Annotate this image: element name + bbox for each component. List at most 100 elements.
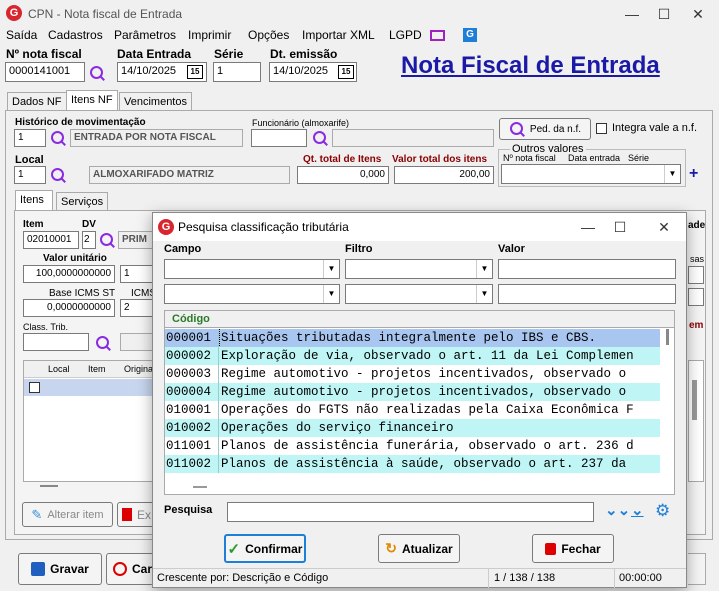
table-row[interactable]: 000002 Exploração de via, observado o art… <box>165 347 660 365</box>
local-label: Local <box>15 154 44 166</box>
partial-field-right[interactable] <box>688 266 704 284</box>
qt-total-label: Qt. total de Itens <box>303 154 382 165</box>
filtro-select-1[interactable]: ▼ <box>345 259 493 279</box>
tab-itens-nf[interactable]: Itens NF <box>66 90 118 111</box>
monitor-icon[interactable] <box>430 30 445 41</box>
calendar-icon[interactable]: 15 <box>338 65 354 79</box>
filtro-select-2[interactable]: ▼ <box>345 284 493 304</box>
status-divider <box>488 569 489 588</box>
partial-footer-button[interactable] <box>688 553 706 585</box>
menu-imprimir[interactable]: Imprimir <box>188 28 231 42</box>
fechar-button[interactable]: Fechar <box>532 534 614 563</box>
fechar-label: Fechar <box>561 541 601 556</box>
partial-field-1[interactable]: 1 <box>120 265 154 283</box>
pencil-icon: ✎ <box>31 506 43 522</box>
atualizar-button[interactable]: ↻ Atualizar <box>378 534 460 563</box>
grid-scrollbar[interactable] <box>688 360 704 482</box>
double-chevron-down-end-icon[interactable]: ⌄ <box>631 501 644 519</box>
menu-opcoes[interactable]: Opções <box>248 28 289 42</box>
gear-icon[interactable]: ⚙ <box>655 501 670 521</box>
maximize-icon[interactable]: ☐ <box>608 217 632 237</box>
minimize-icon[interactable]: — <box>620 4 644 24</box>
pesquisa-input[interactable] <box>227 502 594 522</box>
cancel-icon <box>113 562 127 576</box>
dialog-status-bar: Crescente por: Descrição e Código 1 / 13… <box>153 568 686 588</box>
funcionario-code-input[interactable] <box>251 129 307 147</box>
status-time: 00:00:00 <box>619 572 662 584</box>
menu-bar: Saída Cadastros Parâmetros Imprimir Opçõ… <box>0 28 719 46</box>
confirmar-button[interactable]: ✓ Confirmar <box>224 534 306 563</box>
search-icon[interactable] <box>312 130 328 146</box>
table-row[interactable] <box>24 379 154 396</box>
search-icon[interactable] <box>50 167 66 183</box>
tab-servicos[interactable]: Serviços <box>56 192 109 211</box>
scrollbar-thumb[interactable] <box>692 380 697 420</box>
search-icon[interactable] <box>95 335 111 351</box>
atualizar-label: Atualizar <box>402 541 453 556</box>
close-icon[interactable]: ✕ <box>686 4 710 24</box>
row-checkbox[interactable] <box>29 382 40 393</box>
search-icon[interactable] <box>50 130 66 146</box>
table-row[interactable]: 011001 Planos de assistência funerária, o… <box>165 437 660 455</box>
tab-dados-nf[interactable]: Dados NF <box>7 92 67 111</box>
campo-select-1[interactable]: ▼ <box>164 259 340 279</box>
close-icon[interactable]: ✕ <box>652 217 676 237</box>
integra-checkbox[interactable] <box>596 123 607 134</box>
funcionario-label: Funcionário (almoxarife) <box>252 118 350 128</box>
title-bar: G CPN - Nota fiscal de Entrada — ☐ ✕ <box>0 0 719 28</box>
nota-fiscal-input[interactable]: 0000141001 <box>5 62 85 82</box>
tab-vencimentos[interactable]: Vencimentos <box>119 92 192 111</box>
menu-saida[interactable]: Saída <box>6 28 37 42</box>
local-code-input[interactable]: 1 <box>14 166 46 184</box>
partial-label-right-2: sas <box>690 254 705 264</box>
qt-total-value: 0,000 <box>297 166 389 184</box>
row-description: Exploração de via, observado o art. 11 d… <box>221 349 634 363</box>
menu-parametros[interactable]: Parâmetros <box>114 28 176 42</box>
scrollbar-thumb[interactable] <box>666 329 669 345</box>
minimize-icon[interactable]: — <box>576 217 600 237</box>
menu-importar-xml[interactable]: Importar XML <box>302 28 375 42</box>
valor-unitario-label: Valor unitário <box>43 253 107 264</box>
search-icon[interactable] <box>89 65 105 81</box>
table-row[interactable]: 000001 Situações tributadas integralmente… <box>165 329 660 347</box>
double-chevron-down-icon[interactable]: ⌄⌄ <box>605 501 630 519</box>
campo-select-2[interactable]: ▼ <box>164 284 340 304</box>
menu-cadastros[interactable]: Cadastros <box>48 28 103 42</box>
tab-itens[interactable]: Itens <box>15 190 53 211</box>
item-code-input[interactable]: 02010001 <box>23 231 79 249</box>
classificacao-grid[interactable]: Código 000001 Situações tributadas integr… <box>164 310 675 495</box>
maximize-icon[interactable]: ☐ <box>652 4 676 24</box>
valor-unitario-input[interactable]: 100,0000000000 <box>23 265 115 283</box>
dv-input[interactable]: 2 <box>82 231 96 249</box>
alterar-item-button[interactable]: ✎ Alterar item <box>22 502 113 527</box>
excluir-item-button[interactable]: Ex <box>117 502 155 527</box>
row-code: 000001 <box>165 329 220 347</box>
table-row[interactable]: 010002 Operações do serviço financeiro <box>165 419 660 437</box>
alterar-item-label: Alterar item <box>47 508 104 521</box>
partial-field-right-2[interactable] <box>688 288 704 306</box>
table-row[interactable]: 010001 Operações do FGTS não realizadas p… <box>165 401 660 419</box>
col-local: Local <box>48 364 70 374</box>
table-row[interactable]: 011002 Planos de assistência à saúde, obs… <box>165 455 660 473</box>
cancelar-button[interactable]: Car <box>106 553 154 585</box>
valor-input-2[interactable] <box>498 284 676 304</box>
app-g-icon[interactable]: G <box>463 28 477 42</box>
menu-lgpd[interactable]: LGPD <box>389 28 422 42</box>
gravar-button[interactable]: Gravar <box>18 553 102 585</box>
valor-input-1[interactable] <box>498 259 676 279</box>
add-icon[interactable]: + <box>689 165 698 183</box>
refresh-icon: ↻ <box>385 540 398 556</box>
outros-valores-select[interactable]: ▼ <box>501 164 681 184</box>
serie-input[interactable]: 1 <box>213 62 261 82</box>
partial-field-2[interactable]: 2 <box>120 299 154 317</box>
search-icon[interactable] <box>99 232 115 248</box>
class-trib-input[interactable] <box>23 333 89 351</box>
base-icms-input[interactable]: 0,0000000000 <box>23 299 115 317</box>
grid-scrollbar[interactable] <box>662 329 674 494</box>
table-row[interactable]: 000003 Regime automotivo - projetos incen… <box>165 365 660 383</box>
ped-nf-button[interactable]: Ped. da n.f. <box>499 118 591 140</box>
calendar-icon[interactable]: 15 <box>187 65 203 79</box>
row-code: 011002 <box>165 455 219 473</box>
table-row[interactable]: 000004 Regime automotivo - projetos incen… <box>165 383 660 401</box>
historico-code-input[interactable]: 1 <box>14 129 46 147</box>
